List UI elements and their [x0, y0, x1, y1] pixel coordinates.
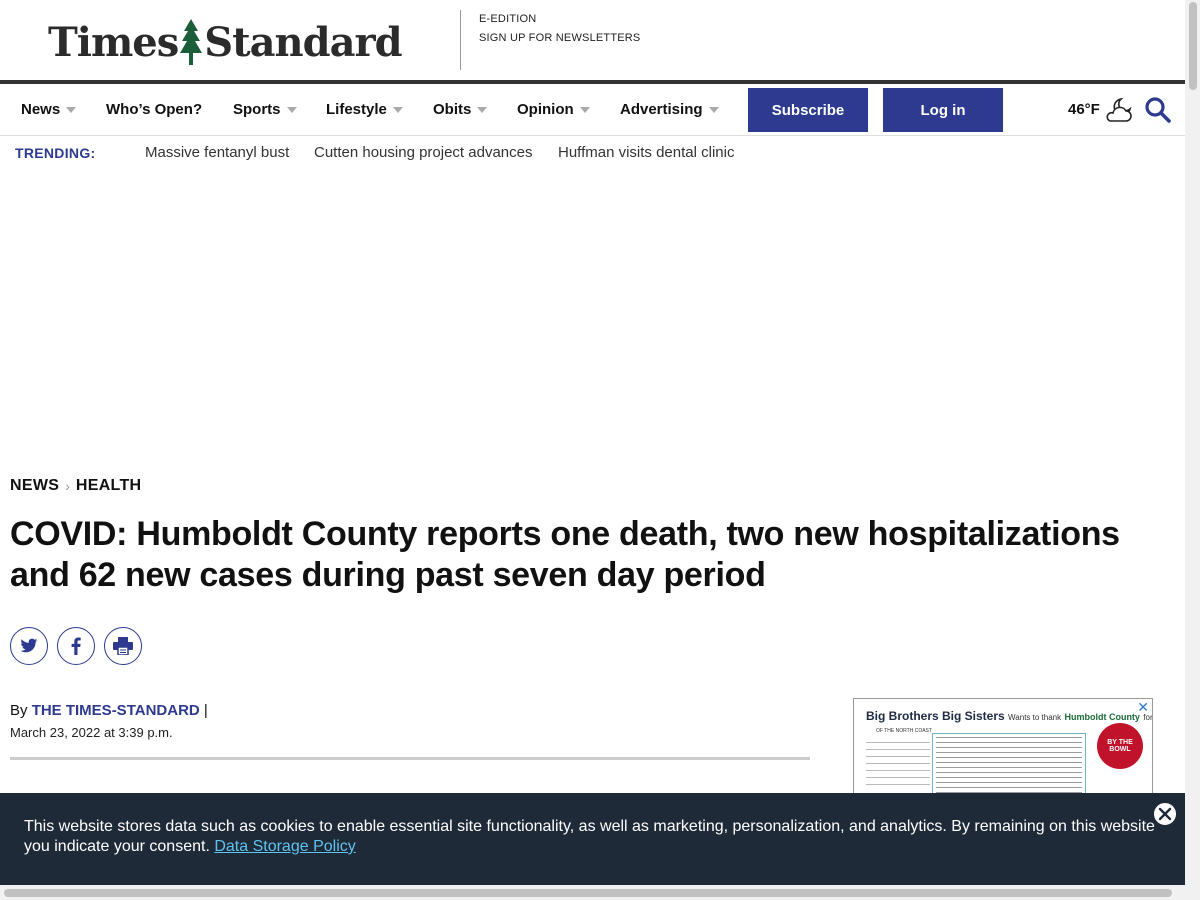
weather-widget[interactable]: 46°F	[1068, 84, 1134, 135]
ad-county: Humboldt County	[1064, 712, 1140, 722]
ad-for: for	[1143, 713, 1153, 722]
newsletter-signup-link[interactable]: SIGN UP FOR NEWSLETTERS	[479, 32, 640, 44]
print-icon	[113, 637, 133, 655]
chevron-right-icon: ›	[65, 478, 70, 494]
byline-separator: |	[203, 702, 208, 719]
nav-item-sports[interactable]: Sports	[233, 84, 297, 135]
logo-text-times: Times	[48, 18, 179, 66]
author-link[interactable]: THE TIMES-STANDARD	[32, 702, 200, 719]
breadcrumb: NEWS › HEALTH	[10, 477, 141, 495]
nav-item-advertising[interactable]: Advertising	[620, 84, 719, 135]
e-edition-link[interactable]: E-EDITION	[479, 13, 640, 25]
login-button[interactable]: Log in	[883, 88, 1003, 132]
trending-link[interactable]: Cutten housing project advances	[314, 144, 532, 161]
nav-item-opinion[interactable]: Opinion	[517, 84, 590, 135]
nav-label: Lifestyle	[326, 101, 387, 118]
trending-link[interactable]: Huffman visits dental clinic	[558, 144, 734, 161]
main-nav: News Who’s Open? Sports Lifestyle Obits …	[0, 84, 1185, 136]
close-icon	[1158, 807, 1172, 821]
nav-label: Obits	[433, 101, 472, 118]
facebook-icon	[71, 637, 81, 655]
vertical-scrollbar[interactable]	[1185, 0, 1200, 900]
chevron-down-icon	[392, 107, 403, 113]
nav-item-obits[interactable]: Obits	[433, 84, 488, 135]
header-links: E-EDITION SIGN UP FOR NEWSLETTERS	[479, 13, 640, 51]
twitter-icon	[20, 638, 38, 653]
nav-item-news[interactable]: News	[21, 84, 77, 135]
subscribe-button[interactable]: Subscribe	[748, 88, 868, 132]
article-divider	[10, 757, 810, 760]
horizontal-scrollbar-thumb[interactable]	[4, 889, 1172, 897]
article-headline: COVID: Humboldt County reports one death…	[10, 515, 1120, 594]
search-icon[interactable]	[1144, 96, 1172, 124]
ad-subtitle: OF THE NORTH COAST	[876, 728, 932, 734]
nav-label: Sports	[233, 101, 281, 118]
advertisement[interactable]: ✕ Big Brothers Big Sisters Wants to than…	[853, 698, 1153, 808]
nav-label: Who’s Open?	[106, 101, 203, 118]
cookie-message: This website stores data such as cookies…	[24, 818, 1155, 855]
ad-list-graphic	[866, 742, 930, 791]
cookie-banner-text: This website stores data such as cookies…	[24, 817, 1159, 857]
chevron-down-icon	[66, 107, 77, 113]
trending-label: TRENDING:	[15, 145, 96, 161]
trending-bar: TRENDING: Massive fentanyl bust Cutten h…	[0, 136, 1185, 170]
partly-cloudy-night-icon	[1106, 97, 1132, 122]
chevron-down-icon	[708, 107, 719, 113]
ad-badge: BY THE BOWL	[1097, 723, 1143, 769]
nav-label: Opinion	[517, 101, 574, 118]
chevron-down-icon	[579, 107, 590, 113]
temperature: 46°F	[1068, 101, 1100, 118]
vertical-scrollbar-thumb[interactable]	[1189, 2, 1197, 90]
twitter-share-button[interactable]	[10, 627, 48, 665]
nav-item-whos-open[interactable]: Who’s Open?	[106, 84, 202, 135]
nav-item-lifestyle[interactable]: Lifestyle	[326, 84, 403, 135]
site-logo[interactable]: Times Standard	[48, 14, 403, 70]
data-storage-policy-link[interactable]: Data Storage Policy	[214, 838, 355, 855]
masthead: Times Standard E-EDITION SIGN UP FOR NEW…	[0, 0, 1185, 80]
ad-org-name: Big Brothers Big Sisters	[866, 709, 1005, 723]
chevron-down-icon	[477, 107, 488, 113]
nav-label: News	[21, 101, 61, 118]
trending-link[interactable]: Massive fentanyl bust	[145, 144, 289, 161]
cookie-banner: This website stores data such as cookies…	[0, 793, 1185, 885]
cookie-close-button[interactable]	[1152, 801, 1178, 827]
breadcrumb-news[interactable]: NEWS	[10, 477, 59, 495]
redwood-tree-icon	[180, 19, 203, 65]
print-button[interactable]	[104, 627, 142, 665]
ad-thanks: Wants to thank	[1008, 713, 1062, 722]
chevron-down-icon	[286, 107, 297, 113]
ad-title: Big Brothers Big Sisters Wants to thank …	[866, 709, 1153, 723]
publish-date: March 23, 2022 at 3:39 p.m.	[10, 725, 173, 740]
facebook-share-button[interactable]	[57, 627, 95, 665]
breadcrumb-health[interactable]: HEALTH	[76, 477, 142, 495]
header-divider	[460, 10, 461, 70]
byline: By THE TIMES-STANDARD |	[10, 702, 208, 719]
nav-label: Advertising	[620, 101, 703, 118]
byline-prefix: By	[10, 702, 28, 719]
logo-text-standard: Standard	[204, 18, 402, 66]
